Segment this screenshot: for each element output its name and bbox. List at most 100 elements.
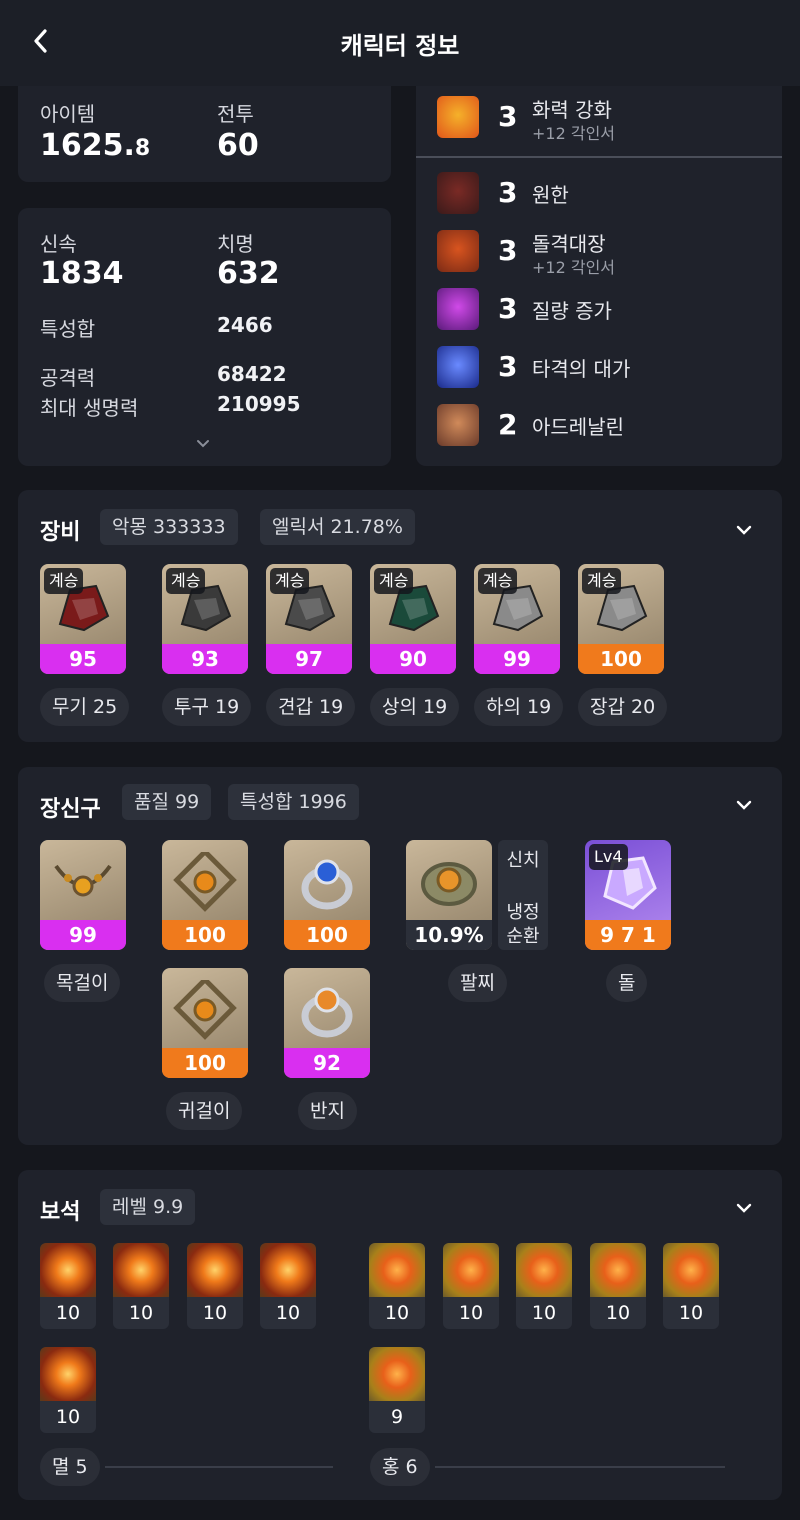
hong-gem[interactable]: 10 bbox=[369, 1243, 425, 1329]
succession-tag: 계승 bbox=[166, 568, 206, 594]
gems-collapse-icon[interactable] bbox=[734, 1198, 754, 1218]
fist-icon bbox=[437, 288, 479, 330]
annihilation-gem-icon bbox=[40, 1243, 96, 1297]
item-level-card: 아이템 1625.8 전투 60 bbox=[18, 86, 391, 182]
engraving-name: 돌격대장 bbox=[532, 232, 606, 256]
accessories-badge-stat-total: 특성합 1996 bbox=[228, 784, 359, 820]
bracelet-option-1: 신치 bbox=[506, 850, 540, 871]
equipment-item[interactable]: 계승 90 bbox=[370, 564, 456, 674]
stat-total-value: 2466 bbox=[217, 313, 273, 337]
top-bar: 캐릭터 정보 bbox=[0, 0, 800, 86]
crimson-flame-gem-icon bbox=[443, 1243, 499, 1297]
myul-gem[interactable]: 10 bbox=[40, 1347, 96, 1433]
bracelet-name: 팔찌 bbox=[448, 964, 507, 1002]
crimson-flame-gem-icon bbox=[663, 1243, 719, 1297]
swiftness-value: 1834 bbox=[40, 256, 124, 291]
engraving-name: 원한 bbox=[532, 183, 569, 207]
equipment-name: 무기 25 bbox=[40, 688, 130, 726]
ring-icon bbox=[301, 859, 353, 910]
myul-gem[interactable]: 10 bbox=[40, 1243, 96, 1329]
earring-quality-1: 100 bbox=[162, 920, 248, 950]
engraving-level: 2 bbox=[498, 408, 518, 441]
crimson-flame-gem-icon bbox=[590, 1243, 646, 1297]
equipment-title: 장비 bbox=[40, 520, 81, 545]
stat-total-label: 특성합 bbox=[40, 317, 96, 341]
gem-level: 10 bbox=[458, 1302, 484, 1324]
item-level-label: 아이템 bbox=[40, 102, 96, 126]
equipment-item[interactable]: 계승 100 bbox=[578, 564, 664, 674]
earring-item-2[interactable]: 100 bbox=[162, 968, 248, 1078]
annihilation-gem-icon bbox=[113, 1243, 169, 1297]
engraving-book-level: +12 각인서 bbox=[532, 258, 616, 277]
attack-value: 68422 bbox=[217, 362, 287, 386]
hong-gem[interactable]: 9 bbox=[369, 1347, 425, 1433]
hong-gem[interactable]: 10 bbox=[590, 1243, 646, 1329]
equipment-collapse-icon[interactable] bbox=[734, 520, 754, 540]
gems-title: 보석 bbox=[40, 1200, 81, 1225]
accessories-collapse-icon[interactable] bbox=[734, 795, 754, 815]
hp-value: 210995 bbox=[217, 392, 301, 416]
gem-level: 9 bbox=[390, 1406, 404, 1428]
engraving-level: 3 bbox=[498, 292, 518, 325]
hong-divider bbox=[435, 1466, 725, 1468]
accessories-badge-quality: 품질 99 bbox=[122, 784, 212, 820]
bracelet-item[interactable]: 10.9% bbox=[406, 840, 492, 950]
ring-quality-1: 100 bbox=[284, 920, 370, 950]
myul-gem[interactable]: 10 bbox=[187, 1243, 243, 1329]
combat-level-value: 60 bbox=[217, 128, 259, 163]
necklace-quality: 99 bbox=[40, 920, 126, 950]
ring-item-1[interactable]: 100 bbox=[284, 840, 370, 950]
necklace-item[interactable]: 99 bbox=[40, 840, 126, 950]
gems-badge-level: 레벨 9.9 bbox=[100, 1189, 196, 1225]
earring-item-1[interactable]: 100 bbox=[162, 840, 248, 950]
crimson-flame-gem-icon bbox=[516, 1243, 572, 1297]
hong-gem[interactable]: 10 bbox=[443, 1243, 499, 1329]
annihilation-gem-icon bbox=[187, 1243, 243, 1297]
crit-label: 치명 bbox=[217, 232, 254, 256]
bracelet-options: 신치 냉정 순환 bbox=[498, 840, 548, 950]
equipment-quality: 93 bbox=[162, 644, 248, 674]
succession-tag: 계승 bbox=[270, 568, 310, 594]
hong-gem-count: 홍 6 bbox=[370, 1448, 430, 1486]
engraving-divider bbox=[416, 156, 782, 158]
ring-name: 반지 bbox=[298, 1092, 357, 1130]
myul-gem[interactable]: 10 bbox=[260, 1243, 316, 1329]
hp-label: 최대 생명력 bbox=[40, 396, 139, 420]
equipment-badge-elixir: 엘릭서 21.78% bbox=[260, 509, 415, 545]
engraving-name: 질량 증가 bbox=[532, 299, 612, 323]
stats-card[interactable]: 신속 1834 치명 632 특성합 2466 공격력 68422 최대 생명력… bbox=[18, 208, 391, 466]
necklace-icon bbox=[54, 864, 112, 897]
myul-gem[interactable]: 10 bbox=[113, 1243, 169, 1329]
succession-tag: 계승 bbox=[44, 568, 84, 594]
expand-chevron-icon[interactable] bbox=[195, 436, 211, 450]
attack-label: 공격력 bbox=[40, 366, 96, 390]
demon-icon bbox=[437, 172, 479, 214]
equipment-name: 상의 19 bbox=[370, 688, 460, 726]
equipment-item[interactable]: 계승 97 bbox=[266, 564, 352, 674]
equipment-item[interactable]: 계승 95 bbox=[40, 564, 126, 674]
engraving-level: 3 bbox=[498, 176, 518, 209]
gem-level: 10 bbox=[678, 1302, 704, 1324]
gem-level: 10 bbox=[128, 1302, 154, 1324]
gem-level: 10 bbox=[384, 1302, 410, 1324]
myul-gem-count: 멸 5 bbox=[40, 1448, 100, 1486]
earring-icon bbox=[173, 852, 237, 912]
equipment-quality: 90 bbox=[370, 644, 456, 674]
crit-value: 632 bbox=[217, 256, 280, 291]
gem-level: 10 bbox=[531, 1302, 557, 1324]
lightning-icon bbox=[437, 346, 479, 388]
equipment-name: 견갑 19 bbox=[266, 688, 356, 726]
equipment-item[interactable]: 계승 99 bbox=[474, 564, 560, 674]
equipment-item[interactable]: 계승 93 bbox=[162, 564, 248, 674]
gem-level: 10 bbox=[605, 1302, 631, 1324]
equipment-quality: 100 bbox=[578, 644, 664, 674]
hong-gem[interactable]: 10 bbox=[663, 1243, 719, 1329]
gem-level: 10 bbox=[55, 1302, 81, 1324]
ring-item-2[interactable]: 92 bbox=[284, 968, 370, 1078]
stone-item[interactable]: Lv4 9 7 1 bbox=[585, 840, 671, 950]
necklace-name: 목걸이 bbox=[44, 964, 121, 1002]
stone-name: 돌 bbox=[606, 964, 648, 1002]
hong-gem[interactable]: 10 bbox=[516, 1243, 572, 1329]
engraving-level: 3 bbox=[498, 350, 518, 383]
crimson-flame-gem-icon bbox=[369, 1347, 425, 1401]
